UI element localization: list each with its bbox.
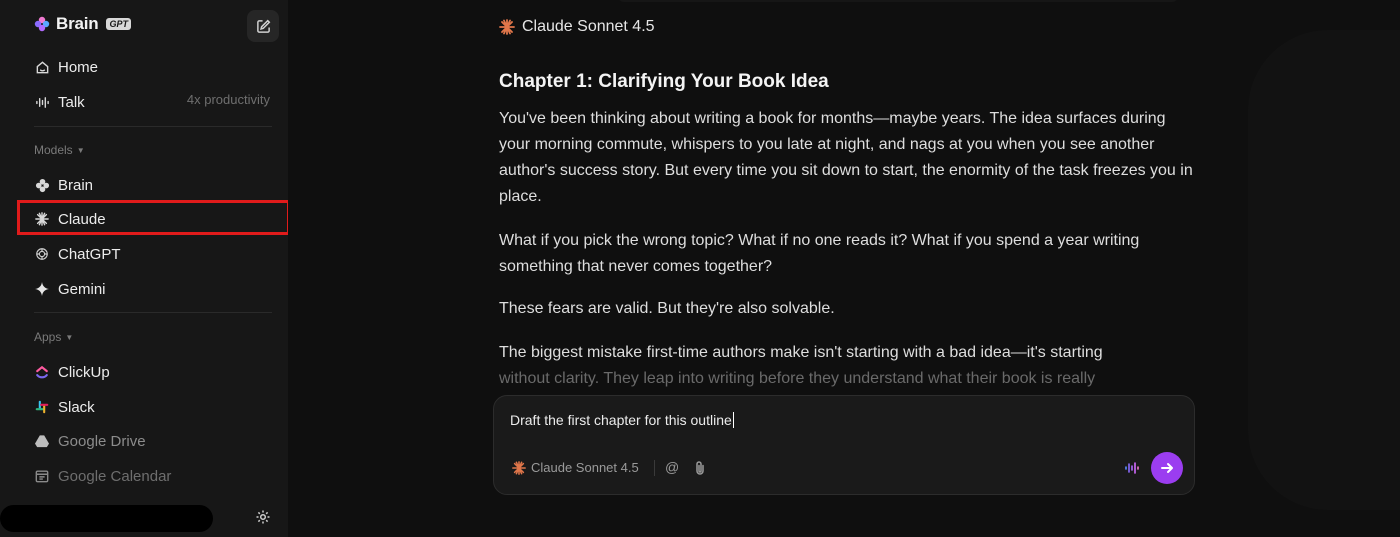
chapter-title: Chapter 1: Clarifying Your Book Idea [499,71,829,92]
chatgpt-icon [34,246,50,262]
attach-icon[interactable] [692,459,708,477]
sidebar: Brain GPT Home Talk 4x productivity Mode… [0,0,288,537]
waveform-icon [34,94,50,110]
model-chatgpt[interactable]: ChatGPT [34,243,121,265]
message-composer[interactable]: Draft the first chapter for this outline… [493,395,1195,495]
model-gemini-label: Gemini [58,280,106,298]
new-chat-button[interactable] [247,10,279,42]
claude-icon [499,19,515,35]
paragraph-faded-text: without clarity. They leap into writing … [499,370,1096,387]
model-chatgpt-label: ChatGPT [58,245,121,263]
model-brain-label: Brain [58,176,94,194]
brand[interactable]: Brain GPT [34,14,131,34]
mention-button[interactable]: @ [665,459,679,475]
models-section-label: Models [34,143,73,157]
background-panel [618,0,1178,2]
nav-home[interactable]: Home [34,56,98,78]
app-google-drive[interactable]: Google Drive [34,430,146,452]
gemini-icon [34,281,50,297]
response-model-header: Claude Sonnet 4.5 [499,18,655,36]
app-google-drive-label: Google Drive [58,432,146,450]
apps-section-label: Apps [34,330,62,344]
voice-input-icon[interactable] [1124,459,1140,477]
redacted-account [0,505,213,532]
edit-icon [256,19,270,33]
paragraph: These fears are valid. But they're also … [499,300,835,317]
home-icon [34,59,50,75]
google-calendar-icon [34,468,50,484]
app-clickup[interactable]: ClickUp [34,361,110,383]
claude-icon [512,460,526,475]
talk-productivity-note: 4x productivity [186,92,270,107]
models-section-toggle[interactable]: Models ▼ [34,143,85,157]
model-gemini[interactable]: Gemini [34,278,106,300]
send-button[interactable] [1151,452,1183,484]
paragraph: The biggest mistake first-time authors m… [499,340,1199,392]
model-selector-label: Claude Sonnet 4.5 [531,460,639,475]
text-cursor [732,412,734,428]
paragraph: You've been thinking about writing a boo… [499,110,1193,205]
slack-icon [34,399,50,415]
message-input[interactable]: Draft the first chapter for this outline [510,412,734,428]
model-brain[interactable]: Brain [34,174,93,196]
app-google-calendar[interactable]: Google Calendar [34,465,171,487]
brand-badge: GPT [106,18,131,30]
brain-icon [34,177,50,193]
nav-talk-label: Talk [58,93,85,111]
paragraph: What if you pick the wrong topic? What i… [499,232,1140,275]
brand-name: Brain [56,14,99,33]
caret-down-icon: ▼ [76,145,85,155]
divider [34,126,272,127]
divider [654,460,655,476]
nav-home-label: Home [58,58,99,76]
app-google-calendar-label: Google Calendar [58,467,172,485]
chat-area: Claude Sonnet 4.5 Chapter 1: Clarifying … [288,0,1400,537]
paragraph-text: The biggest mistake first-time authors m… [499,344,1103,361]
background-panel [1248,30,1400,510]
response-model-name: Claude Sonnet 4.5 [522,18,655,35]
arrow-right-icon [1161,463,1173,473]
model-selector[interactable]: Claude Sonnet 4.5 [512,460,639,475]
claude-highlight-box [17,200,290,235]
apps-section-toggle[interactable]: Apps ▼ [34,330,73,344]
app-slack-label: Slack [58,398,95,416]
message-input-value: Draft the first chapter for this outline [510,412,732,428]
brain-logo-icon [34,16,50,32]
caret-down-icon: ▼ [65,332,74,342]
divider [34,312,272,313]
nav-talk[interactable]: Talk [34,91,85,113]
gear-icon[interactable] [255,509,271,525]
app-slack[interactable]: Slack [34,396,95,418]
google-drive-icon [34,433,50,449]
clickup-icon [34,364,50,380]
app-clickup-label: ClickUp [58,363,110,381]
